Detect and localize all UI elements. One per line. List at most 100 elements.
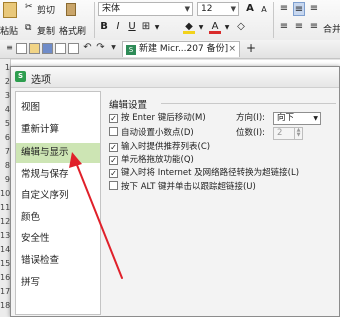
align-left-icon[interactable]: ≡ bbox=[278, 20, 290, 34]
nav-item[interactable]: 拼写 bbox=[16, 273, 100, 293]
options-dialog: S 选项 视图 重新计算 编辑与显示 常规与保存 自定义序列 颜色 安全性 错误检查 拼写 编辑… bbox=[10, 66, 340, 317]
paste-icon[interactable] bbox=[3, 2, 17, 18]
open-file-icon[interactable] bbox=[29, 43, 40, 54]
nav-item[interactable]: 颜色 bbox=[16, 208, 100, 228]
row-number[interactable]: 1 bbox=[0, 63, 10, 72]
align-center-icon[interactable]: ≡ bbox=[293, 20, 305, 34]
row-number[interactable]: 10 bbox=[0, 189, 10, 198]
fill-color-icon[interactable]: ◆ bbox=[183, 20, 195, 34]
option-row[interactable]: ✓ 按 Enter 键后移动(M) bbox=[109, 112, 206, 124]
align-middle-icon[interactable]: ≡ bbox=[293, 2, 305, 16]
option-checkbox[interactable]: ✓ bbox=[109, 114, 118, 123]
redo-icon[interactable]: ↷ bbox=[95, 43, 106, 54]
row-number[interactable]: 8 bbox=[0, 161, 10, 170]
copy-icon[interactable]: ⧉ bbox=[25, 23, 31, 33]
nav-item[interactable]: 安全性 bbox=[16, 229, 100, 249]
spinner-arrows-icon[interactable]: ▲ ▼ bbox=[294, 128, 302, 139]
option-label: 按 Enter 键后移动(M) bbox=[121, 113, 206, 123]
format-painter-icon[interactable] bbox=[66, 3, 76, 16]
direction-select[interactable]: 向下 ▼ bbox=[273, 112, 321, 125]
chevron-down-icon: ▼ bbox=[184, 5, 190, 13]
row-number[interactable]: 13 bbox=[0, 231, 10, 240]
scissors-icon[interactable]: ✂ bbox=[25, 2, 33, 12]
format-painter-button[interactable]: 格式刷 bbox=[59, 24, 86, 37]
print-icon[interactable] bbox=[55, 43, 66, 54]
save-icon[interactable] bbox=[42, 43, 53, 54]
row-number[interactable]: 5 bbox=[0, 119, 10, 128]
italic-button[interactable]: I bbox=[112, 20, 124, 34]
cut-button[interactable]: 剪切 bbox=[37, 3, 55, 16]
underline-button[interactable]: U bbox=[126, 20, 138, 34]
decimals-label: 位数(I): bbox=[236, 128, 266, 138]
row-number[interactable]: 6 bbox=[0, 133, 10, 142]
dropdown-arrow-icon[interactable]: ▼ bbox=[151, 21, 163, 35]
option-label: 按下 ALT 键并单击以跟踪超链接(U) bbox=[121, 182, 256, 192]
font-size-select[interactable]: 12 ▼ bbox=[197, 2, 239, 16]
option-row[interactable]: ✓ 键入时将 Internet 及网络路径转换为超链接(L) bbox=[109, 167, 299, 179]
dropdown-arrow-icon[interactable]: ▼ bbox=[221, 21, 233, 35]
option-checkbox[interactable]: ✓ bbox=[109, 143, 118, 152]
dropdown-arrow-icon[interactable]: ▼ bbox=[195, 21, 207, 35]
row-number[interactable]: 16 bbox=[0, 273, 10, 282]
option-checkbox[interactable] bbox=[109, 127, 118, 136]
row-number[interactable]: 4 bbox=[0, 105, 10, 114]
row-number[interactable]: 18 bbox=[0, 301, 10, 310]
gridline bbox=[10, 59, 340, 60]
font-color-icon[interactable]: A bbox=[209, 20, 221, 34]
document-tab[interactable]: S 新建 Micr...207 备份] × bbox=[122, 41, 240, 57]
row-number[interactable]: 2 bbox=[0, 77, 10, 86]
align-right-icon[interactable]: ≡ bbox=[308, 20, 320, 34]
option-checkbox[interactable]: ✓ bbox=[109, 156, 118, 165]
nav-item[interactable]: 重新计算 bbox=[16, 120, 100, 140]
row-number[interactable]: 11 bbox=[0, 203, 10, 212]
row-number[interactable]: 17 bbox=[0, 287, 10, 296]
new-file-icon[interactable] bbox=[16, 43, 27, 54]
option-row[interactable]: ✓ 输入时提供推荐列表(C) bbox=[109, 141, 210, 153]
dropdown-arrow-icon[interactable]: ▼ bbox=[108, 43, 119, 54]
copy-button[interactable]: 复制 bbox=[37, 24, 55, 37]
row-number[interactable]: 3 bbox=[0, 91, 10, 100]
direction-label: 方向(I): bbox=[236, 113, 266, 123]
nav-item[interactable]: 编辑与显示 bbox=[16, 143, 100, 163]
nav-item[interactable]: 错误检查 bbox=[16, 251, 100, 271]
row-number[interactable]: 7 bbox=[0, 147, 10, 156]
nav-item[interactable]: 自定义序列 bbox=[16, 186, 100, 206]
undo-icon[interactable]: ↶ bbox=[82, 43, 93, 54]
nav-item[interactable]: 视图 bbox=[16, 98, 100, 118]
row-number[interactable]: 12 bbox=[0, 217, 10, 226]
menu-icon[interactable]: ≡ bbox=[4, 43, 15, 54]
decimals-value: 2 bbox=[277, 128, 283, 138]
row-number[interactable]: 9 bbox=[0, 175, 10, 184]
clear-format-icon[interactable]: ◇ bbox=[235, 20, 247, 34]
font-name-value: 宋体 bbox=[102, 4, 121, 14]
option-checkbox[interactable]: ✓ bbox=[109, 169, 118, 178]
merge-button[interactable]: 合并 bbox=[323, 22, 340, 35]
align-top-icon[interactable]: ≡ bbox=[278, 2, 290, 16]
row-number[interactable]: 15 bbox=[0, 259, 10, 268]
section-divider bbox=[161, 103, 336, 104]
close-tab-icon[interactable]: × bbox=[228, 42, 236, 57]
option-row[interactable]: 按下 ALT 键并单击以跟踪超链接(U) bbox=[109, 181, 256, 193]
grow-font-button[interactable]: A bbox=[244, 2, 256, 16]
row-number[interactable]: 14 bbox=[0, 245, 10, 254]
chevron-down-icon: ▼ bbox=[230, 5, 236, 13]
font-name-select[interactable]: 宋体 ▼ bbox=[98, 2, 193, 16]
shrink-font-button[interactable]: A bbox=[258, 3, 270, 17]
decimals-stepper[interactable]: 2 ▲ ▼ bbox=[273, 127, 303, 140]
option-row[interactable]: ✓ 单元格拖放功能(Q) bbox=[109, 154, 194, 166]
chevron-down-icon: ▼ bbox=[313, 115, 318, 122]
option-checkbox[interactable] bbox=[109, 181, 118, 190]
align-bottom-icon[interactable]: ≡ bbox=[308, 2, 320, 16]
option-row[interactable]: 自动设置小数点(D) bbox=[109, 127, 194, 139]
app-icon: S bbox=[15, 71, 26, 82]
option-label: 单元格拖放功能(Q) bbox=[121, 155, 194, 165]
bold-button[interactable]: B bbox=[98, 20, 110, 34]
nav-item[interactable]: 常规与保存 bbox=[16, 165, 100, 185]
section-title: 编辑设置 bbox=[109, 100, 148, 111]
ribbon-toolbar: 粘贴 ✂ 剪切 ⧉ 复制 格式刷 宋体 ▼ 12 ▼ A A ≡ ≡ ≡ B I… bbox=[0, 0, 340, 41]
print-preview-icon[interactable] bbox=[68, 43, 79, 54]
add-tab-button[interactable]: + bbox=[246, 41, 256, 55]
option-label: 输入时提供推荐列表(C) bbox=[121, 142, 211, 152]
font-size-value: 12 bbox=[201, 4, 213, 14]
paste-button[interactable]: 粘贴 bbox=[0, 24, 18, 37]
